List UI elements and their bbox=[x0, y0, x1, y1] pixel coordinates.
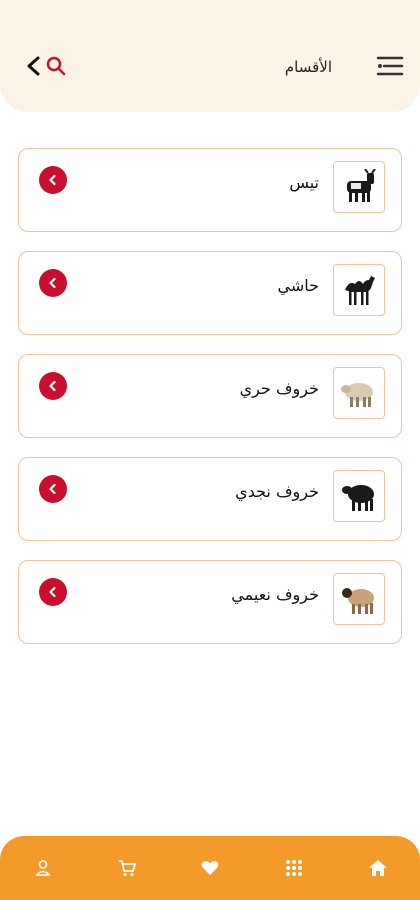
home-icon[interactable] bbox=[364, 854, 392, 882]
search-button[interactable] bbox=[24, 54, 70, 78]
category-list: تيس حاشي خروف حري خروف نجدي خروف نعيمي bbox=[18, 148, 402, 663]
category-card[interactable]: خروف نجدي bbox=[18, 457, 402, 541]
category-card[interactable]: خروف حري bbox=[18, 354, 402, 438]
page-title: الأقسام bbox=[284, 58, 332, 76]
goat-image bbox=[333, 161, 385, 213]
category-label: حاشي bbox=[277, 276, 319, 295]
cart-icon[interactable] bbox=[113, 854, 141, 882]
category-card[interactable]: حاشي bbox=[18, 251, 402, 335]
search-icon bbox=[46, 56, 66, 76]
chevron-left-icon[interactable] bbox=[39, 269, 67, 297]
bottom-nav bbox=[0, 836, 420, 900]
chevron-left-icon[interactable] bbox=[39, 166, 67, 194]
chevron-left-icon[interactable] bbox=[39, 578, 67, 606]
grid-icon[interactable] bbox=[280, 854, 308, 882]
sheep-brown-image bbox=[333, 573, 385, 625]
sheep-black-image bbox=[333, 470, 385, 522]
chevron-left-icon[interactable] bbox=[39, 372, 67, 400]
menu-icon[interactable] bbox=[374, 52, 404, 80]
category-label: تيس bbox=[289, 173, 319, 192]
camel-image bbox=[333, 264, 385, 316]
chevron-left-icon[interactable] bbox=[39, 475, 67, 503]
category-label: خروف حري bbox=[239, 379, 319, 398]
category-label: خروف نجدي bbox=[235, 482, 319, 501]
category-card[interactable]: تيس bbox=[18, 148, 402, 232]
chevron-left-icon bbox=[27, 56, 40, 76]
user-icon[interactable] bbox=[29, 854, 57, 882]
category-card[interactable]: خروف نعيمي bbox=[18, 560, 402, 644]
sheep-white-image bbox=[333, 367, 385, 419]
heart-icon[interactable] bbox=[196, 854, 224, 882]
header: الأقسام bbox=[0, 0, 420, 112]
category-label: خروف نعيمي bbox=[231, 585, 319, 604]
